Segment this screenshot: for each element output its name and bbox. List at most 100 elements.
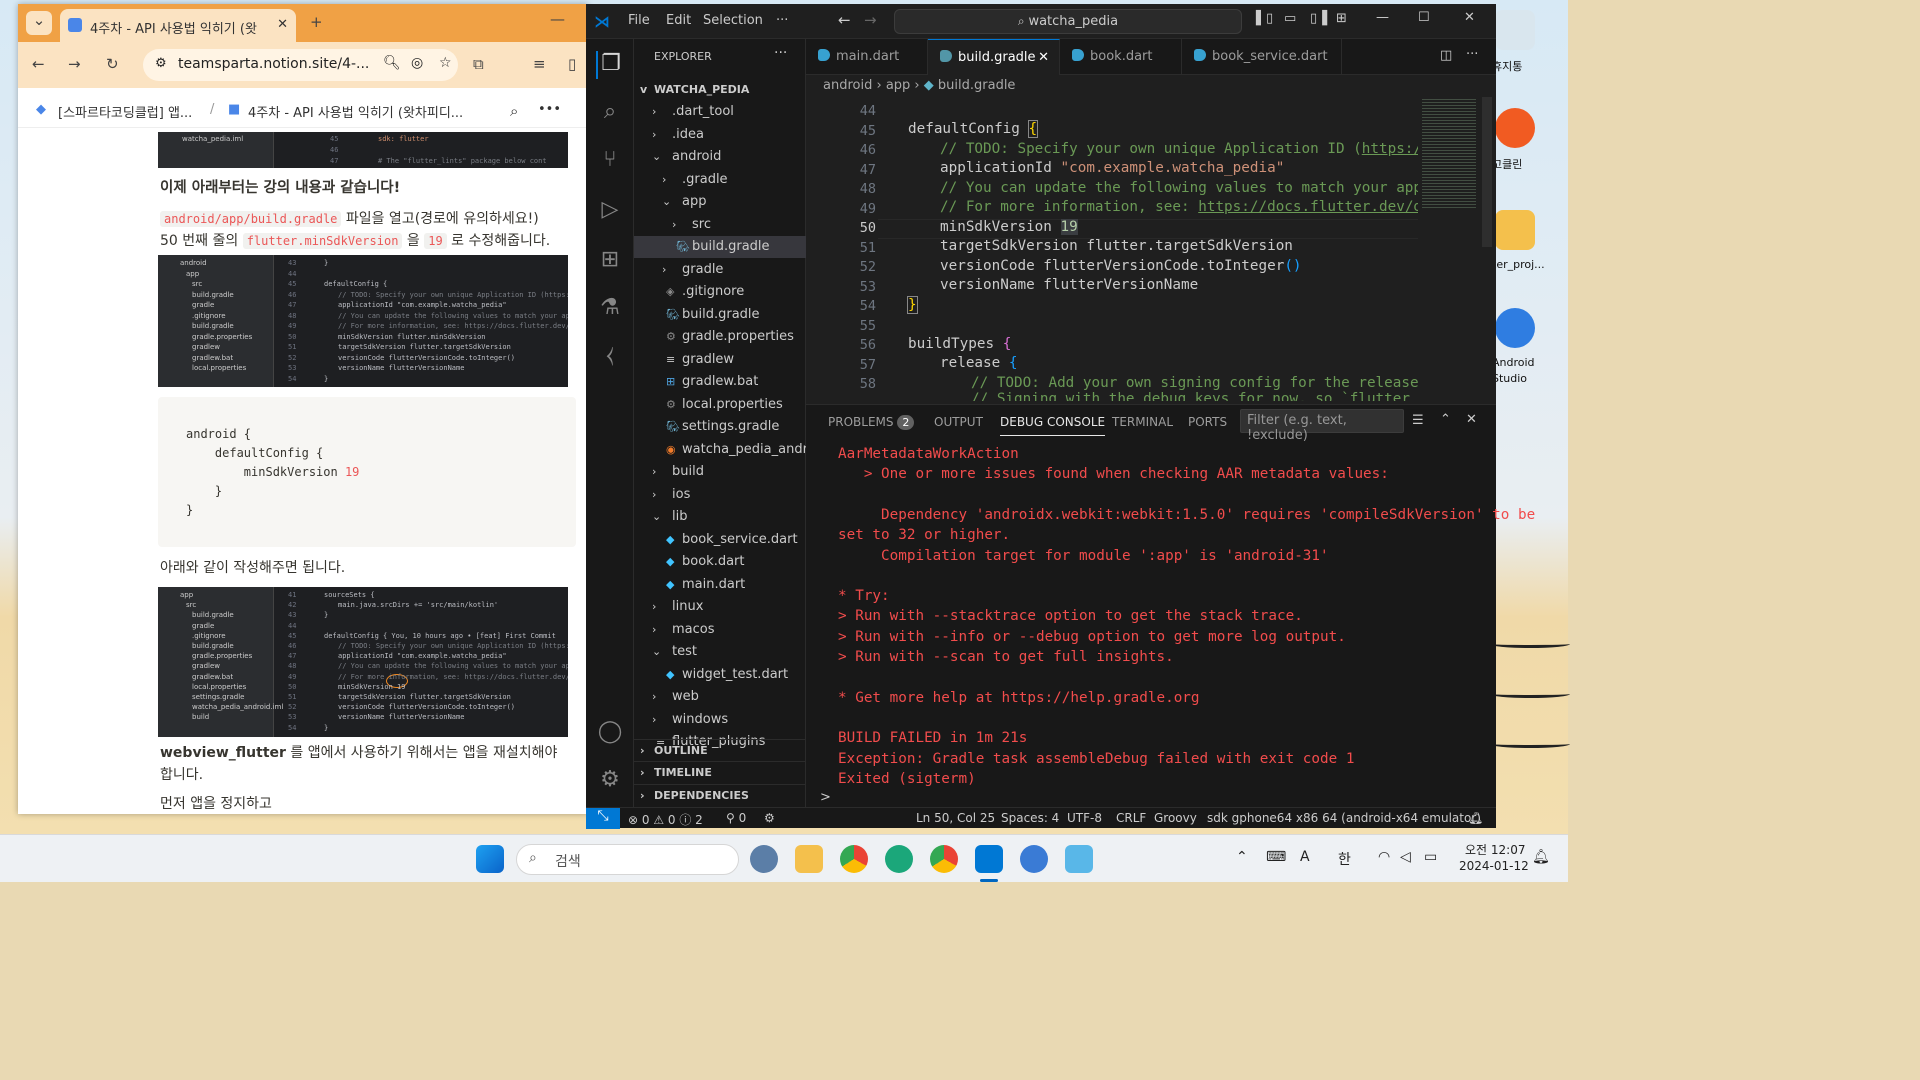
- toggle-panel-icon[interactable]: ▭: [1284, 11, 1296, 26]
- reload-icon[interactable]: ↻: [106, 55, 119, 73]
- console-prompt[interactable]: >: [820, 790, 831, 805]
- tree-item[interactable]: › .gradle: [634, 169, 806, 191]
- extensions-icon[interactable]: ⊞: [596, 247, 624, 275]
- bookmark-star-icon[interactable]: ☆: [439, 55, 452, 71]
- split-editor-icon[interactable]: ◫: [1440, 48, 1452, 63]
- code-line-53[interactable]: versionName flutterVersionName: [940, 277, 1198, 293]
- menu-file[interactable]: File: [628, 13, 650, 28]
- code-line-56[interactable]: buildTypes {: [908, 336, 1011, 352]
- tree-item[interactable]: 🐘︎ build.gradle: [634, 304, 806, 326]
- ime-hangul[interactable]: 한: [1338, 849, 1351, 869]
- chrome-profile-icon[interactable]: [930, 845, 958, 873]
- tree-item[interactable]: › ios: [634, 484, 806, 506]
- remote-indicator-icon[interactable]: ⤡: [586, 808, 620, 829]
- status-debug-icon[interactable]: ⚙: [764, 811, 775, 825]
- tab-main-dart[interactable]: main.dart: [806, 39, 928, 75]
- tree-item[interactable]: › .dart_tool: [634, 101, 806, 123]
- clock-time[interactable]: 오전 12:07: [1465, 841, 1525, 858]
- command-center[interactable]: ⌕ watcha_pedia: [894, 9, 1242, 34]
- extensions-icon[interactable]: ⧉: [473, 55, 484, 73]
- panel-tab-debug-console[interactable]: DEBUG CONSOLE: [1000, 415, 1106, 436]
- console-filter-input[interactable]: Filter (e.g. text, !exclude): [1240, 409, 1404, 443]
- maximize-panel-icon[interactable]: ⌃: [1440, 412, 1451, 427]
- editor-more-icon[interactable]: ···: [1466, 47, 1478, 62]
- start-windows-icon[interactable]: [476, 845, 504, 873]
- chrome-active-tab[interactable]: 4주차 - API 사용법 익히기 (왓 ✕: [60, 9, 296, 42]
- code-line-52[interactable]: versionCode flutterVersionCode.toInteger…: [940, 258, 1302, 274]
- notion-more-icon[interactable]: •••: [538, 102, 561, 117]
- tree-item[interactable]: ≡ gradlew: [634, 349, 806, 371]
- toggle-secondary-icon[interactable]: ▯▐: [1310, 11, 1327, 26]
- tree-item[interactable]: › build: [634, 461, 806, 483]
- emulator-app-icon[interactable]: [1065, 845, 1093, 873]
- notion-search-icon[interactable]: ⌕: [510, 102, 518, 120]
- tree-item[interactable]: ◉ watcha_pedia_andro...: [634, 439, 806, 461]
- recycle-bin-icon[interactable]: [1495, 10, 1535, 50]
- ime-mode-icon[interactable]: A: [1300, 849, 1310, 865]
- back-icon[interactable]: ←: [32, 55, 45, 73]
- tree-item[interactable]: ◆ main.dart: [634, 574, 806, 596]
- clock-date[interactable]: 2024-01-12: [1459, 859, 1529, 873]
- flutter-icon[interactable]: ⧼: [596, 343, 624, 371]
- manage-gear-icon[interactable]: ⚙: [596, 767, 624, 795]
- code-line-51[interactable]: targetSdkVersion flutter.targetSdkVersio…: [940, 238, 1293, 254]
- tray-overflow-icon[interactable]: ⌃: [1236, 849, 1248, 865]
- tree-item[interactable]: ⌄ app: [634, 191, 806, 213]
- code-line-50[interactable]: minSdkVersion 19: [940, 219, 1078, 235]
- notification-icon[interactable]: 🔔︎: [1532, 849, 1550, 865]
- tree-item[interactable]: ⌄ lib: [634, 506, 806, 528]
- tab-search-icon[interactable]: ⌄: [26, 11, 52, 35]
- tab-close-icon[interactable]: ✕: [277, 17, 288, 32]
- run-debug-icon[interactable]: ▷: [596, 197, 624, 225]
- taskbar-search[interactable]: ⌕ 검색: [516, 844, 739, 875]
- edge-app-icon[interactable]: [885, 845, 913, 873]
- minimize-icon[interactable]: —: [550, 10, 565, 28]
- layout-icon[interactable]: ⊞: [1336, 11, 1347, 26]
- tracking-icon[interactable]: ◎: [411, 55, 423, 71]
- timeline-section[interactable]: › TIMELINE: [634, 761, 806, 783]
- breadcrumb-2[interactable]: 4주차 - API 사용법 익히기 (왓차피디...: [248, 102, 463, 121]
- volume-icon[interactable]: ◁: [1400, 849, 1411, 865]
- forward-icon[interactable]: →: [68, 55, 81, 73]
- status-problems[interactable]: ⊗ 0 ⚠ 0 ⓘ 2: [628, 811, 703, 828]
- battery-icon[interactable]: ▭: [1424, 849, 1437, 865]
- code-line-59[interactable]: // Signing with the debug keys for now, …: [971, 391, 1444, 401]
- tab-build-gradle[interactable]: build.gradle ✕: [928, 39, 1060, 75]
- toggle-sidebar-icon[interactable]: ▌▯: [1256, 11, 1273, 26]
- tree-item[interactable]: › windows: [634, 709, 806, 731]
- code-line-46[interactable]: // TODO: Specify your own unique Applica…: [940, 141, 1465, 157]
- keyboard-icon[interactable]: ⌨: [1266, 849, 1286, 865]
- tree-item[interactable]: › gradle: [634, 259, 806, 281]
- android-studio-icon[interactable]: [1495, 308, 1535, 348]
- media-icon[interactable]: ≡: [533, 55, 546, 73]
- tree-item[interactable]: › src: [634, 214, 806, 236]
- status-encoding[interactable]: UTF-8: [1067, 811, 1102, 825]
- search-view-icon[interactable]: ⌕: [596, 99, 624, 127]
- source-control-icon[interactable]: ⑂: [596, 147, 624, 175]
- tree-item[interactable]: ⌄ test: [634, 641, 806, 663]
- panel-tab-problems[interactable]: PROBLEMS 2: [828, 415, 915, 430]
- tree-item[interactable]: ⚙ gradle.properties: [634, 326, 806, 348]
- tree-item[interactable]: 🐘︎ settings.gradle: [634, 416, 806, 438]
- wifi-icon[interactable]: ◠: [1378, 849, 1390, 865]
- code-line-49[interactable]: // For more information, see: https://do…: [940, 199, 1465, 215]
- status-cursor-position[interactable]: Ln 50, Col 25: [916, 811, 995, 825]
- code-line-57[interactable]: release {: [940, 355, 1017, 371]
- tree-item[interactable]: ⌄ android: [634, 146, 806, 168]
- accounts-icon[interactable]: ◯: [596, 719, 624, 747]
- code-line-47[interactable]: applicationId "com.example.watcha_pedia": [940, 160, 1284, 176]
- tree-item[interactable]: › linux: [634, 596, 806, 618]
- folder-icon[interactable]: [1495, 210, 1535, 250]
- project-root[interactable]: v WATCHA_PEDIA: [634, 79, 806, 101]
- tree-item[interactable]: ⚙ local.properties: [634, 394, 806, 416]
- tab-book-dart[interactable]: book.dart: [1060, 39, 1182, 75]
- tree-item[interactable]: › macos: [634, 619, 806, 641]
- site-info-icon[interactable]: ⚙: [155, 56, 167, 71]
- new-tab-icon[interactable]: +: [310, 13, 323, 31]
- editor-scrollbar[interactable]: [1482, 97, 1492, 247]
- status-indentation[interactable]: Spaces: 4: [1001, 811, 1059, 825]
- explorer-more-icon[interactable]: ···: [774, 45, 787, 61]
- nav-forward-icon[interactable]: →: [864, 11, 877, 29]
- close-panel-icon[interactable]: ✕: [1466, 412, 1477, 427]
- dependencies-section[interactable]: › DEPENDENCIES: [634, 784, 806, 806]
